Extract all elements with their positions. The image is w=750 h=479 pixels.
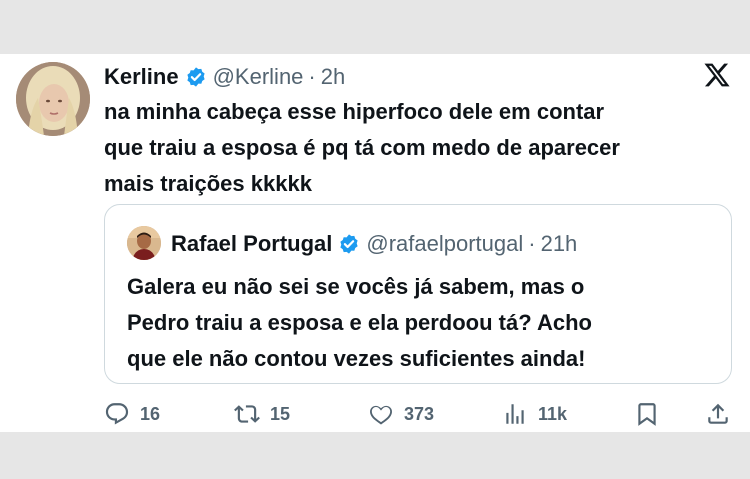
quoted-tweet-text: Galera eu não sei se vocês já sabem, mas… [127,274,592,371]
tweet-text: na minha cabeça esse hiperfoco dele em c… [104,99,620,196]
verified-badge-icon [185,66,207,88]
separator-dot: · [308,64,316,89]
avatar[interactable] [16,62,90,136]
quoted-timestamp[interactable]: 21h [541,231,578,257]
tweet-card: Kerline @Kerline · 2h na minha cabeça es… [0,54,750,432]
like-button[interactable]: 373 [368,399,434,429]
quoted-header: Rafael Portugal @rafaelportugal · 21h [171,227,577,261]
quoted-tweet[interactable]: Rafael Portugal @rafaelportugal · 21h Ga… [104,204,732,384]
retweet-count: 15 [270,403,291,424]
retweet-button[interactable]: 15 [234,399,290,429]
author-name[interactable]: Kerline [104,64,179,90]
views-icon [506,404,524,424]
reply-button[interactable]: 16 [104,399,160,429]
quoted-author-name[interactable]: Rafael Portugal [171,231,332,257]
views-count: 11k [538,403,568,424]
quoted-separator-dot: · [528,231,536,256]
action-bar: 16 15 373 11k [104,399,734,429]
bookmark-icon [638,403,656,426]
views-button[interactable]: 11k [502,399,567,429]
avatar-photo [16,62,90,136]
heart-icon [370,405,392,425]
quoted-avatar[interactable] [127,226,161,260]
bottom-background-band [0,432,750,479]
author-handle[interactable]: @Kerline [213,64,304,90]
top-background-band [0,0,750,54]
quoted-avatar-photo [127,226,161,260]
timestamp[interactable]: 2h [321,64,345,90]
bookmark-button[interactable] [634,399,670,429]
reply-count: 16 [140,403,161,424]
quoted-author-handle[interactable]: @rafaelportugal [366,231,523,257]
reply-icon [105,403,129,425]
share-icon [708,403,728,424]
like-count: 373 [404,403,435,424]
share-button[interactable] [705,399,741,429]
retweet-icon [234,405,260,423]
verified-badge-icon [338,233,360,255]
x-logo-icon[interactable] [703,61,731,89]
tweet-header: Kerline @Kerline · 2h [104,60,345,94]
